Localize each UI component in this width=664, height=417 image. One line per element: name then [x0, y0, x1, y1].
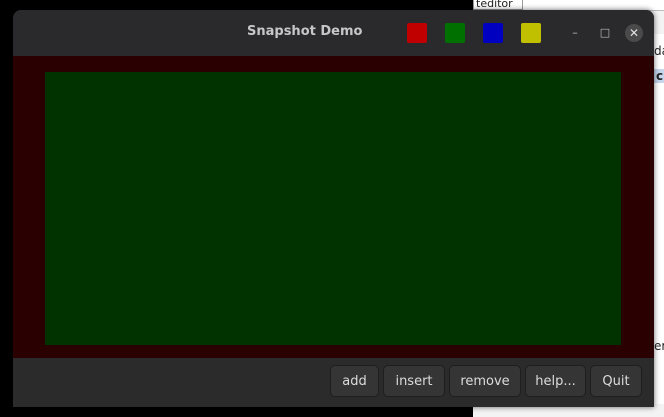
- close-button[interactable]: ✕: [625, 24, 643, 42]
- insert-button[interactable]: insert: [383, 365, 445, 397]
- title-bar[interactable]: Snapshot Demo – □ ✕: [13, 10, 654, 56]
- green-color-swatch[interactable]: [445, 23, 465, 43]
- yellow-color-swatch[interactable]: [521, 23, 541, 43]
- close-icon: ✕: [628, 26, 640, 40]
- blue-color-swatch[interactable]: [483, 23, 503, 43]
- quit-button[interactable]: Quit: [590, 365, 642, 397]
- canvas-inner-rect[interactable]: [45, 72, 621, 345]
- minimize-button[interactable]: –: [566, 24, 584, 42]
- canvas-outer-rect[interactable]: [13, 56, 654, 358]
- background-selected-fragment[interactable]: c: [654, 69, 664, 83]
- add-button[interactable]: add: [330, 365, 379, 397]
- button-bar: add insert remove help... Quit: [13, 358, 654, 407]
- background-tab[interactable]: teditor: [473, 0, 523, 10]
- window-title: Snapshot Demo: [247, 24, 363, 39]
- background-text-fragment: da: [654, 44, 664, 58]
- help-button[interactable]: help...: [525, 365, 586, 397]
- maximize-icon: □: [599, 26, 611, 39]
- minimize-icon: –: [572, 26, 578, 39]
- remove-button[interactable]: remove: [449, 365, 521, 397]
- red-color-swatch[interactable]: [407, 23, 427, 43]
- maximize-button[interactable]: □: [596, 24, 614, 42]
- snapshot-demo-window: Snapshot Demo – □ ✕ add insert remove he…: [13, 10, 654, 407]
- background-text-fragment: er: [654, 339, 664, 353]
